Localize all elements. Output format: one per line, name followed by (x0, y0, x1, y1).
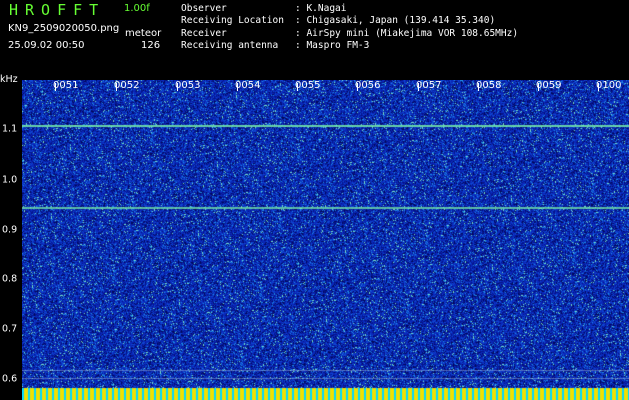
y-tick-label: 1.0 (2, 174, 18, 186)
file-datetime: 25.09.02 00:50 (8, 40, 85, 51)
app-version: 1.00f (124, 3, 150, 14)
x-tick-label: 0054 (235, 80, 261, 91)
info-row-observer: Observer: K.Nagai (181, 3, 347, 14)
x-tick-label: 0100 (596, 80, 622, 91)
header-panel: HROFFT 1.00f KN9_2509020050.png meteor 2… (0, 0, 629, 78)
y-tick-label: 0.6 (2, 373, 18, 385)
y-tick-label: 0.9 (2, 224, 18, 236)
y-tick-label: 0.7 (2, 323, 18, 335)
info-row-location: Receiving Location: Chigasaki, Japan (13… (181, 15, 496, 27)
detector-label: meteor (125, 28, 162, 39)
meteor-count: 126 (141, 40, 161, 51)
x-tick-label: 0055 (295, 80, 321, 91)
spectrogram-canvas[interactable] (22, 80, 629, 400)
y-axis: 1.1 1.0 0.9 0.8 0.7 0.6 (0, 82, 22, 400)
x-tick-label: 0057 (416, 80, 442, 91)
x-tick-label: 0051 (53, 80, 79, 91)
app-logo: HROFFT (9, 1, 106, 19)
x-tick-label: 0056 (355, 80, 381, 91)
spectrogram[interactable] (22, 80, 629, 400)
x-tick-label: 0059 (536, 80, 562, 91)
file-name: KN9_2509020050.png (8, 23, 120, 34)
y-tick-label: 1.1 (2, 123, 18, 135)
x-tick-label: 0058 (476, 80, 502, 91)
x-tick-label: 0052 (114, 80, 140, 91)
info-row-antenna: Receiving antenna: Maspro FM-3 (181, 39, 370, 51)
y-tick-label: 0.8 (2, 273, 18, 285)
info-row-receiver: Receiver: AirSpy mini (Miakejima VOR 108… (181, 27, 519, 39)
station-info: Observer: K.Nagai Receiving Location: Ch… (181, 3, 518, 52)
x-tick-label: 0053 (175, 80, 201, 91)
